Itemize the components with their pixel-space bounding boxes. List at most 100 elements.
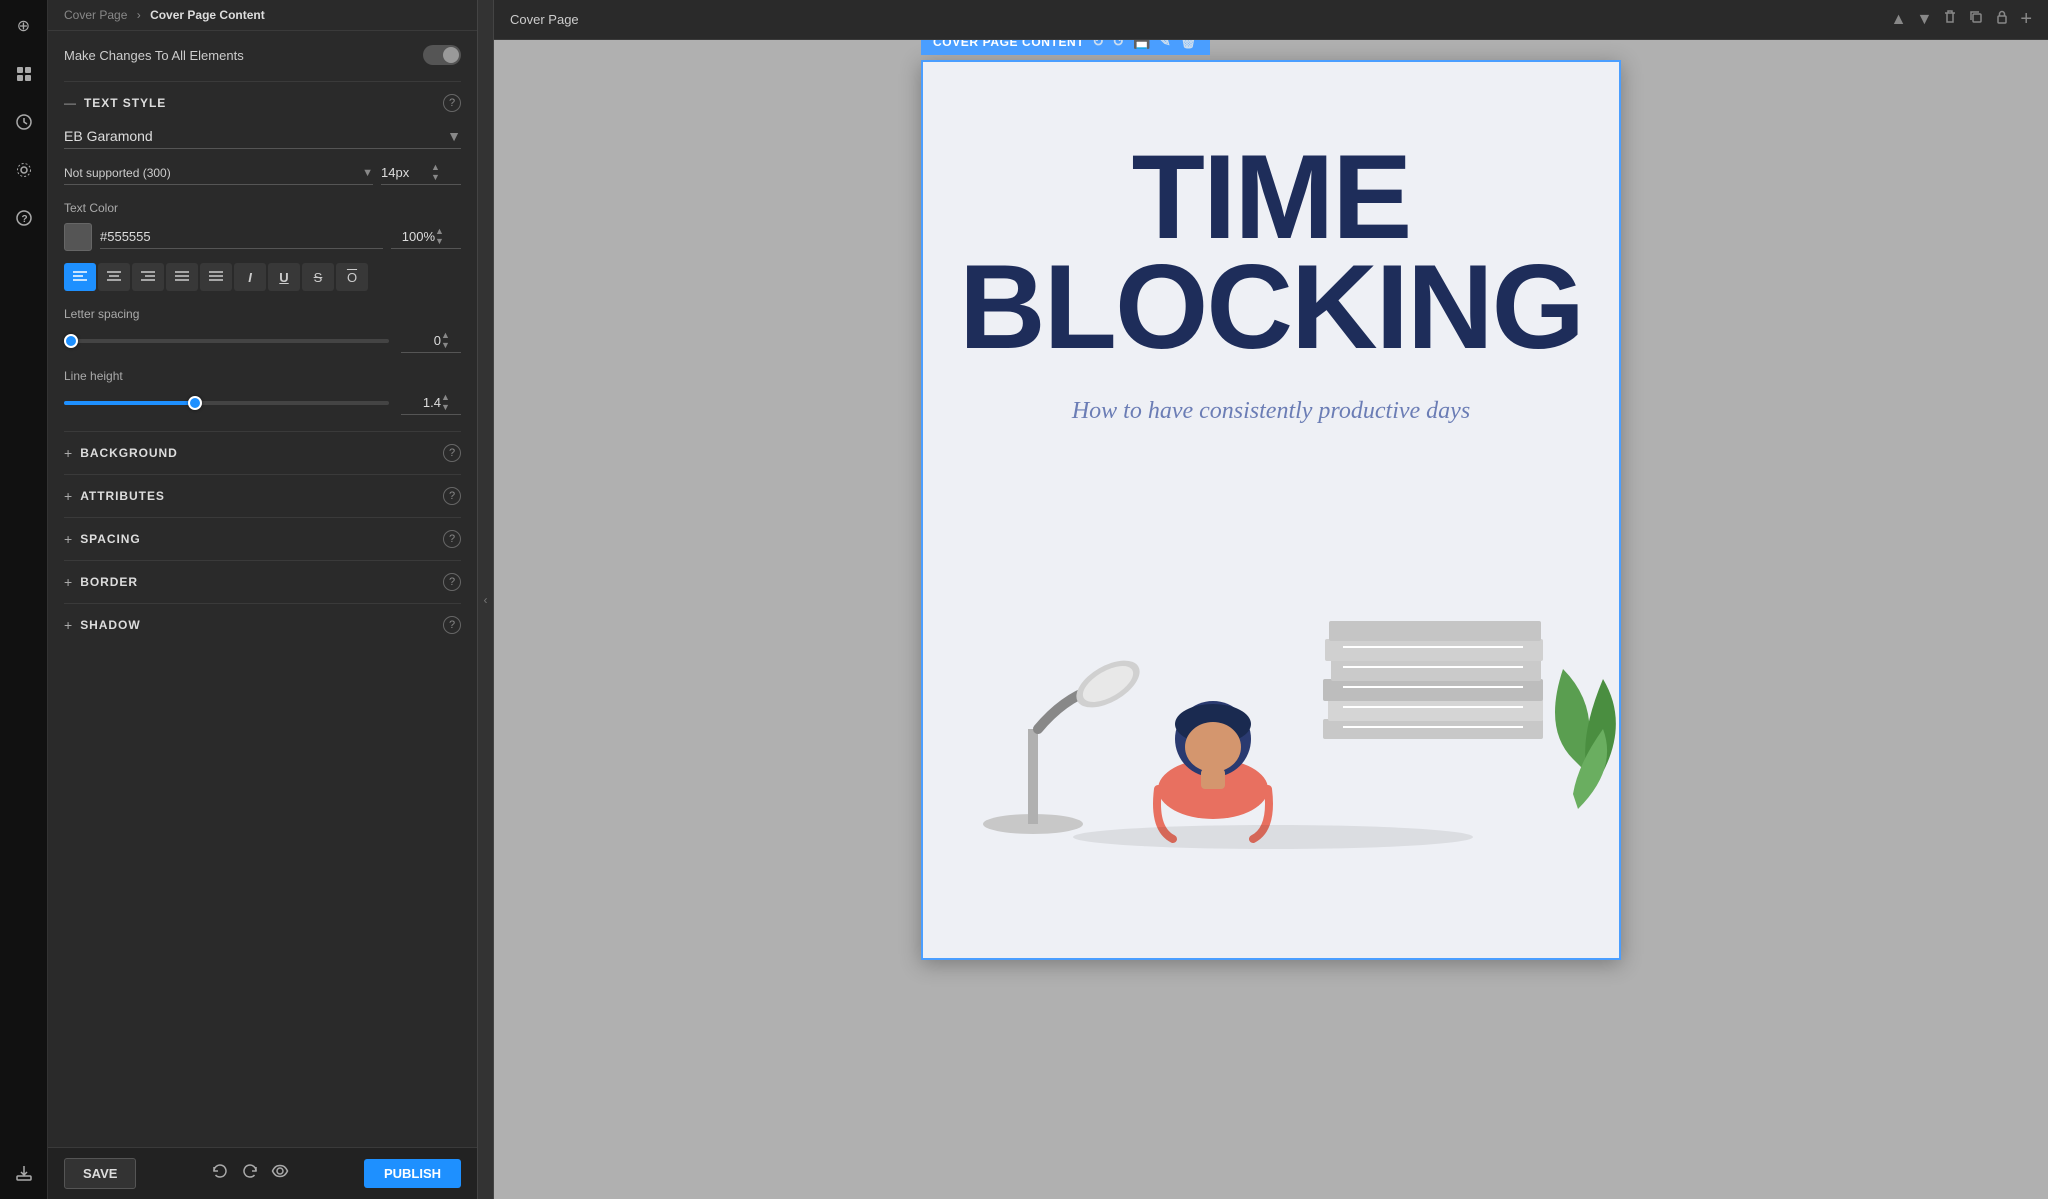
background-section: + BACKGROUND ? (64, 431, 461, 474)
border-expand-icon: + (64, 574, 72, 590)
attributes-expand-header[interactable]: + ATTRIBUTES ? (64, 487, 461, 505)
icon-bar: ⊕ ? (0, 0, 48, 1199)
canvas-copy-button[interactable] (1968, 9, 1984, 30)
toggle-knob (443, 47, 459, 63)
canvas-viewport[interactable]: COVER PAGE CONTENT ↻ ↺ 💾 ✎ 🗑 TIME BLOCKI… (494, 40, 2048, 1199)
section-title-row: — TEXT STYLE (64, 96, 166, 110)
background-title-row: + BACKGROUND (64, 445, 178, 461)
svg-text:?: ? (21, 214, 27, 225)
line-height-row: ▲ ▼ (64, 391, 461, 415)
letter-spacing-stepper: ▲ ▼ (441, 331, 450, 350)
italic-button[interactable]: I (234, 263, 266, 291)
line-height-down-button[interactable]: ▼ (441, 403, 450, 412)
toolbar-icons (211, 1162, 289, 1185)
add-icon[interactable]: ⊕ (8, 10, 40, 42)
font-size-input[interactable] (381, 165, 431, 180)
background-title: BACKGROUND (80, 446, 178, 460)
align-center-button[interactable] (98, 263, 130, 291)
divider-1 (64, 81, 461, 82)
text-style-section-header: — TEXT STYLE ? (64, 94, 461, 112)
font-family-row: EB Garamond ▼ (64, 124, 461, 149)
justify-button[interactable] (200, 263, 232, 291)
line-height-track[interactable] (64, 401, 389, 405)
save-button[interactable]: SAVE (64, 1158, 136, 1189)
opacity-stepper: ▲ ▼ (435, 227, 444, 246)
border-help-icon[interactable]: ? (443, 573, 461, 591)
letter-spacing-thumb[interactable] (64, 334, 78, 348)
breadcrumb-parent[interactable]: Cover Page (64, 8, 127, 22)
canvas-delete-button[interactable] (1942, 9, 1958, 30)
underline-button[interactable]: U (268, 263, 300, 291)
font-weight-value: Not supported (300) (64, 166, 171, 180)
shadow-help-icon[interactable]: ? (443, 616, 461, 634)
color-swatch[interactable] (64, 223, 92, 251)
history-icon[interactable] (8, 106, 40, 138)
text-style-help-icon[interactable]: ? (443, 94, 461, 112)
line-height-section: Line height ▲ ▼ (64, 369, 461, 415)
format-buttons: I U S O (64, 263, 461, 291)
canvas-add-button[interactable]: + (2020, 8, 2032, 31)
line-height-up-button[interactable]: ▲ (441, 393, 450, 402)
color-hex-input[interactable] (100, 225, 383, 249)
background-expand-header[interactable]: + BACKGROUND ? (64, 444, 461, 462)
align-right-button[interactable] (132, 263, 164, 291)
font-size-input-wrap: ▲ ▼ (381, 161, 461, 185)
shadow-expand-header[interactable]: + SHADOW ? (64, 616, 461, 634)
cover-subtitle: How to have consistently productive days (923, 363, 1619, 469)
collapse-handle[interactable]: ‹ (478, 0, 494, 1199)
export-icon[interactable] (8, 1157, 40, 1189)
font-family-select[interactable]: EB Garamond ▼ (64, 124, 461, 149)
attributes-help-icon[interactable]: ? (443, 487, 461, 505)
refresh-icon[interactable]: ↻ (1092, 40, 1104, 50)
shadow-section: + SHADOW ? (64, 603, 461, 646)
letter-spacing-value-wrap: ▲ ▼ (401, 329, 461, 353)
spacing-expand-header[interactable]: + SPACING ? (64, 530, 461, 548)
strikethrough-button[interactable]: S (302, 263, 334, 291)
font-size-up-button[interactable]: ▲ (431, 163, 440, 172)
canvas-title: Cover Page (510, 12, 579, 27)
opacity-input[interactable] (395, 229, 435, 244)
preview-button[interactable] (271, 1162, 289, 1185)
font-weight-select[interactable]: Not supported (300) ▼ (64, 162, 373, 185)
border-title: BORDER (80, 575, 138, 589)
canvas-area: Cover Page ▲ ▼ + COVER PAGE CONTENT ↻ ↺ … (494, 0, 2048, 1199)
cover-title-line2: BLOCKING (953, 252, 1589, 362)
text-color-label: Text Color (64, 201, 461, 215)
letter-spacing-track[interactable] (64, 339, 389, 343)
font-family-value: EB Garamond (64, 128, 153, 144)
spacing-help-icon[interactable]: ? (443, 530, 461, 548)
undo-button[interactable] (211, 1162, 229, 1185)
content-label-text: COVER PAGE CONTENT (933, 40, 1084, 49)
align-left-button[interactable] (64, 263, 96, 291)
canvas-down-button[interactable]: ▼ (1916, 11, 1932, 29)
overline-button[interactable]: O (336, 263, 368, 291)
border-expand-header[interactable]: + BORDER ? (64, 573, 461, 591)
settings-icon[interactable] (8, 154, 40, 186)
canvas-up-button[interactable]: ▲ (1891, 11, 1907, 29)
opacity-up-button[interactable]: ▲ (435, 227, 444, 236)
save-content-icon[interactable]: 💾 (1133, 40, 1151, 50)
opacity-down-button[interactable]: ▼ (435, 237, 444, 246)
delete-content-icon[interactable]: 🗑 (1179, 40, 1197, 50)
line-height-thumb[interactable] (188, 396, 202, 410)
help-icon[interactable]: ? (8, 202, 40, 234)
letter-spacing-down-button[interactable]: ▼ (441, 341, 450, 350)
font-size-down-button[interactable]: ▼ (431, 173, 440, 182)
pages-icon[interactable] (8, 58, 40, 90)
breadcrumb-separator: › (137, 8, 141, 22)
line-height-input[interactable] (405, 395, 441, 410)
letter-spacing-input[interactable] (405, 333, 441, 348)
reset-icon[interactable]: ↺ (1113, 40, 1125, 50)
background-help-icon[interactable]: ? (443, 444, 461, 462)
canvas-lock-button[interactable] (1994, 9, 2010, 30)
edit-content-icon[interactable]: ✎ (1159, 40, 1171, 50)
align-justify-left-button[interactable] (166, 263, 198, 291)
publish-button[interactable]: PUBLISH (364, 1159, 461, 1188)
text-style-collapse-icon[interactable]: — (64, 96, 76, 110)
line-height-stepper: ▲ ▼ (441, 393, 450, 412)
make-changes-toggle[interactable] (423, 45, 461, 65)
redo-button[interactable] (241, 1162, 259, 1185)
make-changes-label: Make Changes To All Elements (64, 48, 244, 63)
spacing-expand-icon: + (64, 531, 72, 547)
letter-spacing-up-button[interactable]: ▲ (441, 331, 450, 340)
